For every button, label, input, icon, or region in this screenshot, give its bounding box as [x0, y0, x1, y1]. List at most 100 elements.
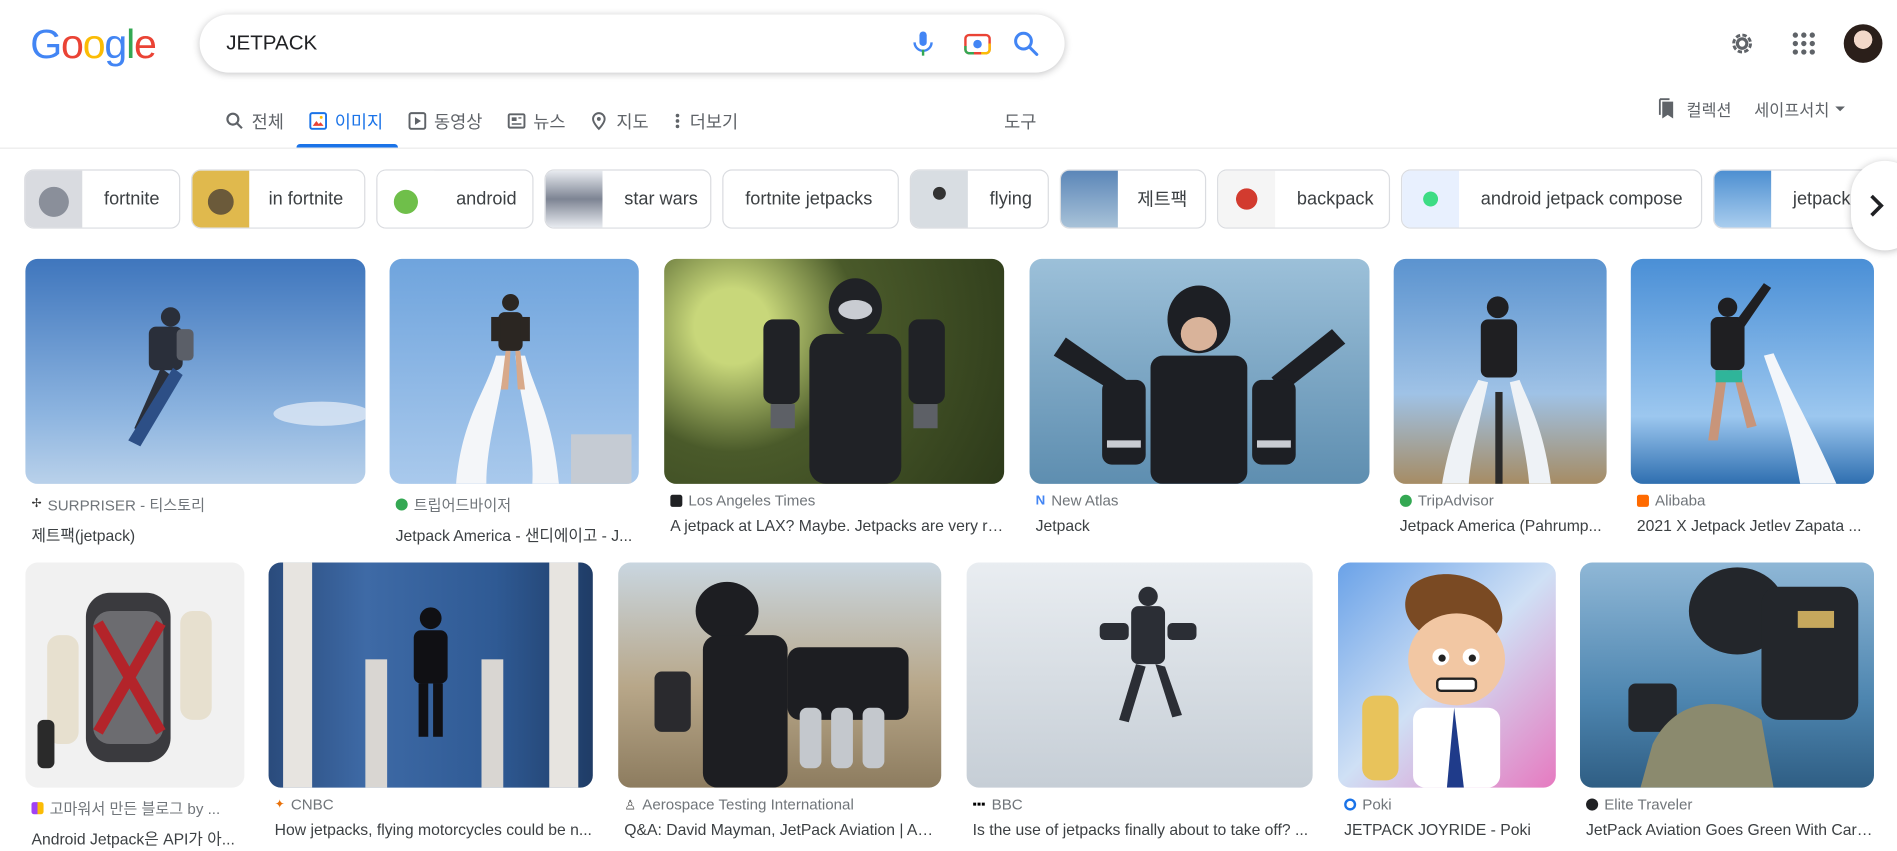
result-title[interactable]: JETPACK JOYRIDE - Poki [1344, 820, 1556, 838]
chip-fortnite[interactable]: fortnite [24, 169, 181, 229]
source-name: CNBC [290, 796, 334, 813]
image-result[interactable]: ▪▪▪ BBC Is the use of jetpacks finally a… [966, 562, 1313, 838]
google-logo[interactable]: Google [30, 21, 157, 69]
image-result[interactable]: Poki JETPACK JOYRIDE - Poki [1338, 562, 1556, 838]
tab-label: 더보기 [689, 113, 739, 133]
safesearch-dropdown[interactable]: 세이프서치 [1754, 97, 1846, 121]
tab-news[interactable]: 뉴스 [507, 104, 566, 138]
search-icon [226, 112, 243, 130]
chip-flying[interactable]: flying [909, 169, 1049, 229]
result-source[interactable]: ✢ SURPRISER - 티스토리 [31, 492, 365, 515]
search-icon[interactable] [1011, 29, 1040, 58]
result-title[interactable]: 제트팩(jetpack) [31, 523, 365, 546]
chip-android-jetpack-compose[interactable]: android jetpack compose [1400, 169, 1703, 229]
result-source[interactable]: N New Atlas [1036, 492, 1370, 509]
result-thumbnail[interactable] [268, 562, 593, 788]
search-box[interactable]: JETPACK [199, 14, 1065, 73]
result-source[interactable]: ▪▪▪ BBC [973, 796, 1313, 813]
result-title[interactable]: Jetpack America (Pahrump... [1400, 517, 1607, 535]
search-tabs: 전체 이미지 동영상 뉴스 지도 더보기 [225, 104, 762, 148]
result-thumbnail[interactable] [966, 562, 1313, 788]
image-result[interactable]: 트립어드바이저 Jetpack America - 샌디에이고 - J... [389, 258, 639, 546]
result-source[interactable]: 고마워서 만든 블로그 by ... [31, 796, 244, 819]
image-result[interactable]: Elite Traveler JetPack Aviation Goes Gre… [1579, 562, 1874, 838]
logo-letter: o [61, 21, 84, 68]
result-thumbnail[interactable] [664, 258, 1005, 484]
image-result[interactable]: 고마워서 만든 블로그 by ... Android Jetpack은 API가… [25, 562, 245, 850]
result-source[interactable]: Los Angeles Times [670, 492, 1004, 509]
result-thumbnail[interactable] [25, 562, 245, 788]
result-title[interactable]: 2021 X Jetpack Jetlev Zapata ... [1637, 517, 1874, 535]
related-chips: fortnite in fortnite android star wars f… [24, 169, 1897, 229]
chip-label: backpack [1296, 188, 1374, 210]
search-input[interactable]: JETPACK [226, 31, 317, 55]
chip-label: 제트팩 [1137, 189, 1188, 211]
result-thumbnail[interactable] [1630, 258, 1874, 484]
tools-button[interactable]: 도구 [1004, 109, 1036, 134]
result-title[interactable]: How jetpacks, flying motorcycles could b… [275, 820, 593, 838]
logo-letter: o [82, 21, 106, 68]
result-thumbnail[interactable] [1029, 258, 1370, 484]
camera-lens-icon[interactable] [963, 29, 992, 58]
microphone-icon[interactable] [909, 29, 938, 58]
result-source[interactable]: ✦ CNBC [275, 796, 593, 813]
result-title[interactable]: Jetpack [1036, 517, 1370, 535]
image-result[interactable]: N New Atlas Jetpack [1029, 258, 1370, 535]
source-favicon: ✢ [31, 497, 42, 511]
chip-fortnite-jetpacks[interactable]: fortnite jetpacks [722, 169, 899, 229]
tab-more[interactable]: 더보기 [673, 104, 738, 138]
image-result[interactable]: ✦ CNBC How jetpacks, flying motorcycles … [268, 562, 593, 838]
image-result[interactable]: ♙ Aerospace Testing International Q&A: D… [618, 562, 942, 838]
result-title[interactable]: A jetpack at LAX? Maybe. Jetpacks are ve… [670, 517, 1004, 535]
source-favicon [395, 497, 408, 510]
tab-videos[interactable]: 동영상 [407, 104, 482, 138]
source-favicon: ▪▪▪ [972, 797, 986, 812]
result-thumbnail[interactable] [389, 258, 639, 484]
image-result[interactable]: ✢ SURPRISER - 티스토리 제트팩(jetpack) [25, 258, 366, 546]
result-thumbnail[interactable] [1393, 258, 1607, 484]
chip-android[interactable]: android [376, 169, 534, 229]
result-thumbnail[interactable] [1579, 562, 1874, 788]
result-title[interactable]: JetPack Aviation Goes Green With Carb... [1586, 820, 1874, 838]
tab-all[interactable]: 전체 [225, 104, 284, 138]
image-result[interactable]: TripAdvisor Jetpack America (Pahrump... [1393, 258, 1607, 535]
image-result[interactable]: Los Angeles Times A jetpack at LAX? Mayb… [664, 258, 1005, 535]
chip-in-fortnite[interactable]: in fortnite [191, 169, 366, 229]
tab-maps[interactable]: 지도 [590, 104, 649, 138]
result-source[interactable]: Poki [1344, 796, 1556, 813]
source-name: New Atlas [1051, 492, 1119, 510]
tab-images[interactable]: 이미지 [296, 104, 398, 148]
chip-label: in fortnite [268, 188, 344, 210]
chip-thumbnail [1714, 170, 1772, 228]
avatar[interactable] [1843, 24, 1883, 63]
chip-label: flying [989, 188, 1032, 210]
logo-letter: l [126, 21, 135, 68]
chip-jetpack-korean[interactable]: 제트팩 [1059, 169, 1207, 229]
logo-letter: e [134, 21, 157, 68]
source-name: BBC [991, 796, 1023, 813]
chip-thumbnail [910, 170, 968, 228]
source-name: 고마워서 만든 블로그 by ... [49, 800, 221, 818]
gear-icon[interactable] [1723, 24, 1762, 63]
chip-thumbnail [545, 170, 603, 228]
tab-label: 지도 [616, 113, 649, 133]
result-title[interactable]: Jetpack America - 샌디에이고 - J... [396, 523, 639, 546]
result-title[interactable]: Is the use of jetpacks finally about to … [973, 820, 1313, 838]
source-name: Los Angeles Times [688, 492, 816, 510]
chips-next-button[interactable] [1850, 160, 1897, 251]
result-source[interactable]: ♙ Aerospace Testing International [624, 796, 941, 813]
result-source[interactable]: Alibaba [1636, 492, 1874, 509]
result-source[interactable]: Elite Traveler [1586, 796, 1874, 813]
result-source[interactable]: TripAdvisor [1399, 492, 1607, 509]
result-thumbnail[interactable] [1338, 562, 1556, 788]
result-title[interactable]: Q&A: David Mayman, JetPack Aviation | Ae… [624, 820, 941, 838]
result-thumbnail[interactable] [25, 258, 366, 484]
image-result[interactable]: Alibaba 2021 X Jetpack Jetlev Zapata ... [1630, 258, 1874, 535]
collections-button[interactable]: 컬렉션 [1657, 97, 1732, 121]
apps-grid-icon[interactable] [1784, 24, 1823, 63]
result-title[interactable]: Android Jetpack은 API가 아... [31, 826, 244, 849]
result-thumbnail[interactable] [618, 562, 942, 788]
result-source[interactable]: 트립어드바이저 [395, 492, 639, 515]
chip-star-wars[interactable]: star wars [544, 169, 712, 229]
chip-backpack[interactable]: backpack [1217, 169, 1391, 229]
